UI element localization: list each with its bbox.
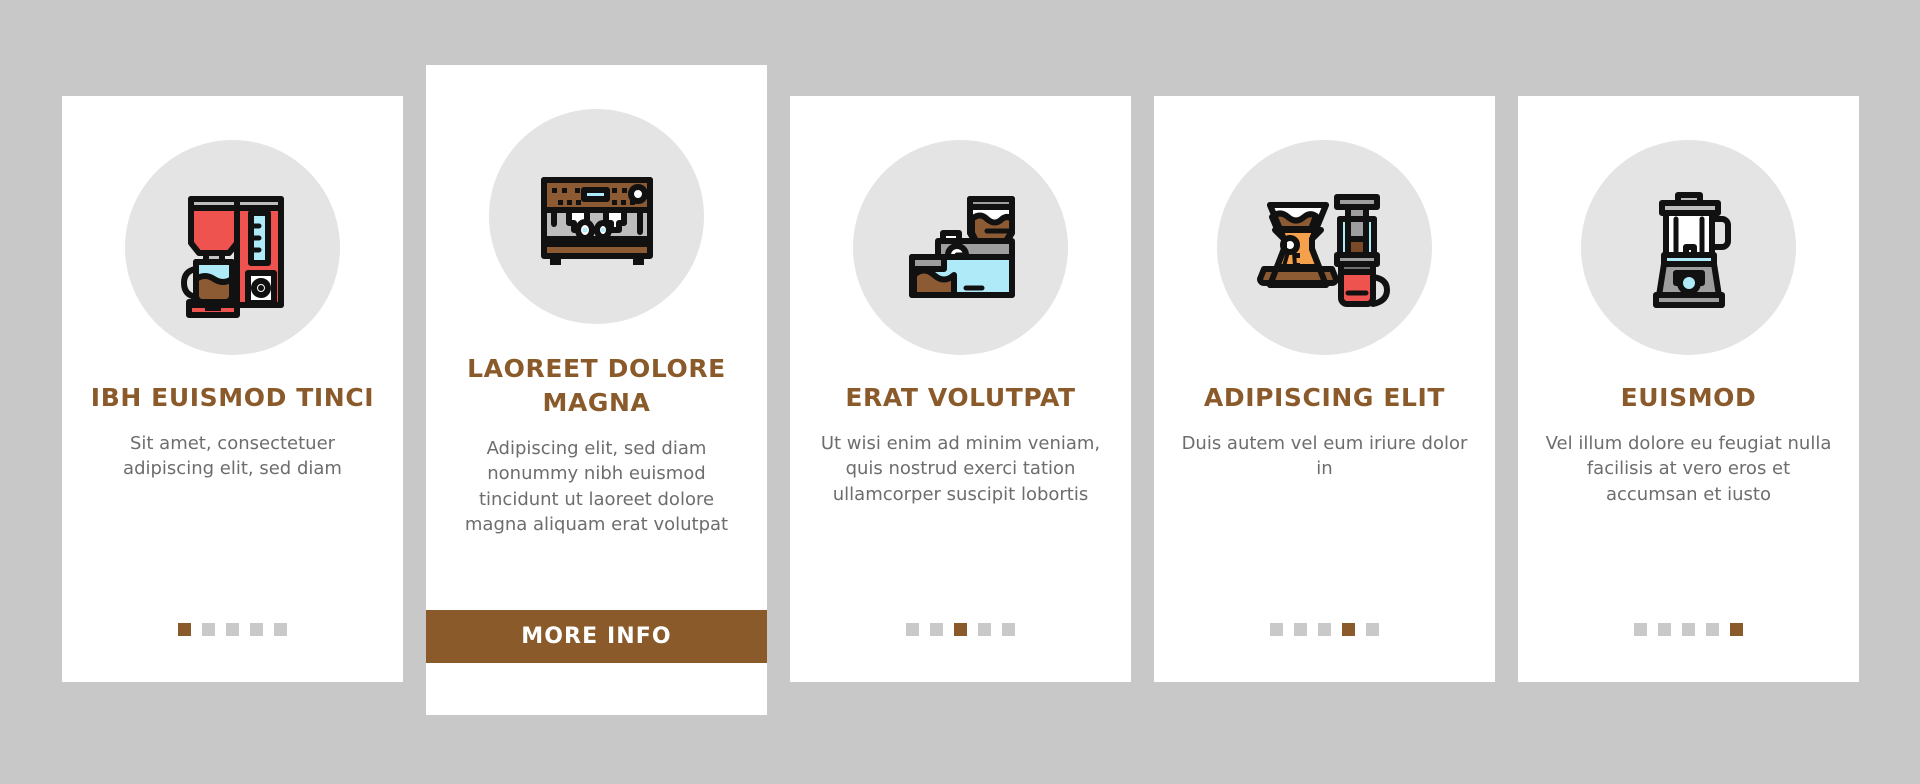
card-title: EUISMOD: [1620, 383, 1757, 412]
drip-coffee-maker-icon: [125, 140, 340, 355]
pagination-dot-3[interactable]: [954, 623, 967, 636]
pagination-dots[interactable]: [62, 623, 403, 636]
onboarding-card-3[interactable]: ERAT VOLUTPAT Ut wisi enim ad minim veni…: [790, 96, 1131, 682]
pagination-dot-3[interactable]: [1682, 623, 1695, 636]
pour-over-aeropress-icon: [1217, 140, 1432, 355]
onboarding-card-4[interactable]: ADIPISCING ELIT Duis autem vel eum iriur…: [1154, 96, 1495, 682]
onboarding-card-2[interactable]: LAOREET DOLORE MAGNA Adipiscing elit, se…: [426, 65, 767, 715]
pagination-dot-5[interactable]: [274, 623, 287, 636]
pagination-dots[interactable]: [1518, 623, 1859, 636]
card-title: LAOREET DOLORE MAGNA: [467, 354, 726, 417]
card-body: Duis autem vel eum iriure dolor in: [1181, 432, 1468, 480]
card-title: IBH EUISMOD TINCI: [90, 383, 375, 412]
coffee-grinder-icon: [853, 140, 1068, 355]
onboarding-card-5[interactable]: EUISMOD Vel illum dolore eu feugiat null…: [1518, 96, 1859, 682]
pagination-dot-4[interactable]: [250, 623, 263, 636]
pagination-dot-5[interactable]: [1366, 623, 1379, 636]
pagination-dots[interactable]: [790, 623, 1131, 636]
card-title: ADIPISCING ELIT: [1203, 383, 1446, 412]
espresso-machine-icon: [489, 109, 704, 324]
pagination-dot-5[interactable]: [1002, 623, 1015, 636]
pagination-dot-3[interactable]: [226, 623, 239, 636]
pagination-dots[interactable]: [1154, 623, 1495, 636]
pagination-dot-1[interactable]: [906, 623, 919, 636]
pagination-dot-4[interactable]: [1342, 623, 1355, 636]
pagination-dot-2[interactable]: [1658, 623, 1671, 636]
card-body: Sit amet, consectetuer adipiscing elit, …: [123, 432, 342, 480]
pagination-dot-1[interactable]: [1270, 623, 1283, 636]
card-body: Adipiscing elit, sed diam nonummy nibh e…: [464, 437, 729, 536]
pagination-dot-4[interactable]: [978, 623, 991, 636]
more-info-button[interactable]: MORE INFO: [426, 610, 767, 663]
card-body: Vel illum dolore eu feugiat nulla facili…: [1545, 432, 1832, 505]
pagination-dot-2[interactable]: [1294, 623, 1307, 636]
pagination-dot-1[interactable]: [1634, 623, 1647, 636]
card-body: Ut wisi enim ad minim veniam, quis nostr…: [820, 432, 1101, 505]
pagination-dot-5[interactable]: [1730, 623, 1743, 636]
onboarding-screens: IBH EUISMOD TINCI Sit amet, consectetuer…: [0, 0, 1920, 784]
onboarding-card-1[interactable]: IBH EUISMOD TINCI Sit amet, consectetuer…: [62, 96, 403, 682]
pagination-dot-3[interactable]: [1318, 623, 1331, 636]
card-title: ERAT VOLUTPAT: [845, 383, 1076, 412]
pagination-dot-1[interactable]: [178, 623, 191, 636]
pagination-dot-4[interactable]: [1706, 623, 1719, 636]
pagination-dot-2[interactable]: [202, 623, 215, 636]
pagination-dot-2[interactable]: [930, 623, 943, 636]
blender-icon: [1581, 140, 1796, 355]
